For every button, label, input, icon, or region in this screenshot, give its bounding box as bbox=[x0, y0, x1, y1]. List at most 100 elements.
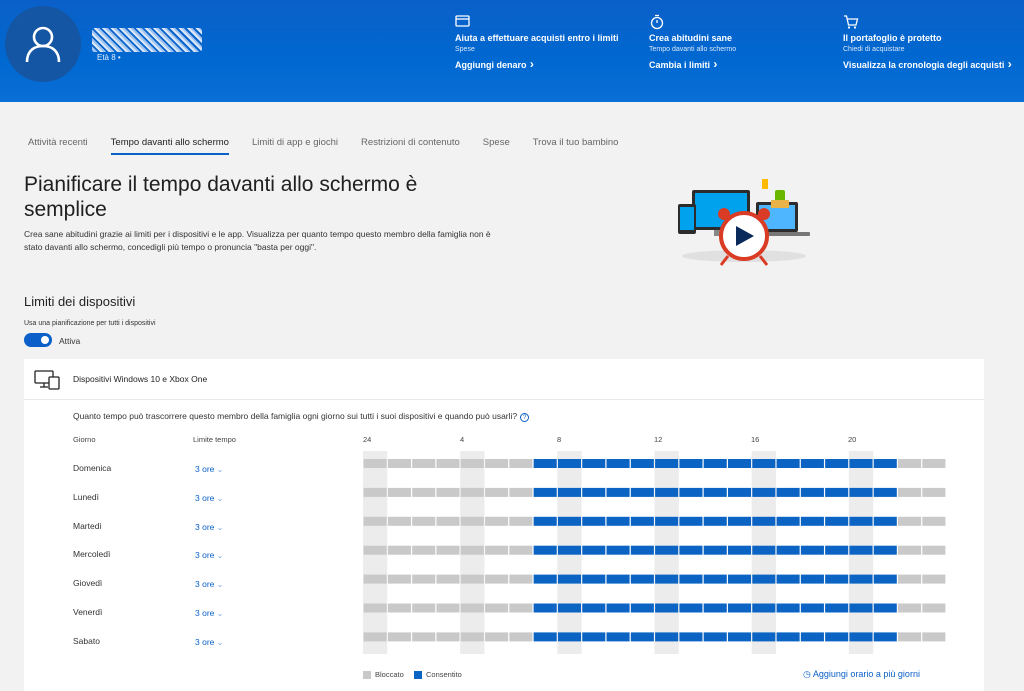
slot-allowed[interactable] bbox=[825, 632, 849, 642]
slot-allowed[interactable] bbox=[752, 516, 776, 526]
slot-allowed[interactable] bbox=[655, 603, 679, 613]
slot-blocked[interactable] bbox=[509, 603, 533, 613]
slot-blocked[interactable] bbox=[460, 487, 484, 497]
slot-blocked[interactable] bbox=[412, 574, 436, 584]
slot-allowed[interactable] bbox=[655, 487, 679, 497]
slot-blocked[interactable] bbox=[485, 487, 509, 497]
slot-blocked[interactable] bbox=[436, 487, 460, 497]
slot-blocked[interactable] bbox=[898, 516, 922, 526]
slot-allowed[interactable] bbox=[557, 545, 582, 555]
slot-blocked[interactable] bbox=[922, 459, 946, 468]
slot-allowed[interactable] bbox=[727, 545, 752, 555]
slot-allowed[interactable] bbox=[849, 459, 873, 468]
slot-blocked[interactable] bbox=[387, 545, 411, 555]
tab-app-game-limits[interactable]: Limiti di app e giochi bbox=[252, 137, 338, 155]
slot-allowed[interactable] bbox=[703, 516, 727, 526]
slot-blocked[interactable] bbox=[387, 516, 411, 526]
limit-dropdown-tuesday[interactable]: 3 ore bbox=[195, 522, 223, 532]
slot-allowed[interactable] bbox=[630, 574, 654, 584]
slot-allowed[interactable] bbox=[582, 516, 606, 526]
slot-allowed[interactable] bbox=[679, 603, 703, 613]
slot-blocked[interactable] bbox=[898, 632, 922, 642]
slot-allowed[interactable] bbox=[606, 574, 630, 584]
slot-allowed[interactable] bbox=[703, 632, 727, 642]
slot-allowed[interactable] bbox=[630, 487, 654, 497]
slot-allowed[interactable] bbox=[752, 545, 776, 555]
slot-allowed[interactable] bbox=[679, 632, 703, 642]
limit-dropdown-thursday[interactable]: 3 ore bbox=[195, 579, 223, 589]
slot-allowed[interactable] bbox=[849, 545, 873, 555]
devices-card-header[interactable]: Dispositivi Windows 10 e Xbox One bbox=[24, 359, 984, 400]
slot-allowed[interactable] bbox=[606, 487, 630, 497]
slot-allowed[interactable] bbox=[533, 516, 557, 526]
slot-allowed[interactable] bbox=[825, 516, 849, 526]
slot-blocked[interactable] bbox=[509, 459, 533, 468]
slot-allowed[interactable] bbox=[630, 545, 654, 555]
slot-allowed[interactable] bbox=[800, 516, 824, 526]
slot-blocked[interactable] bbox=[485, 459, 509, 468]
slot-blocked[interactable] bbox=[509, 516, 533, 526]
slot-allowed[interactable] bbox=[703, 487, 727, 497]
slot-allowed[interactable] bbox=[849, 603, 873, 613]
slot-allowed[interactable] bbox=[825, 545, 849, 555]
schedule-toggle[interactable] bbox=[24, 333, 52, 347]
slot-allowed[interactable] bbox=[557, 603, 582, 613]
slot-blocked[interactable] bbox=[460, 603, 484, 613]
slot-allowed[interactable] bbox=[655, 632, 679, 642]
slot-allowed[interactable] bbox=[873, 603, 897, 613]
avatar[interactable] bbox=[5, 6, 81, 82]
slot-blocked[interactable] bbox=[436, 574, 460, 584]
slot-allowed[interactable] bbox=[557, 459, 582, 468]
slot-allowed[interactable] bbox=[606, 545, 630, 555]
slot-blocked[interactable] bbox=[922, 603, 946, 613]
slot-allowed[interactable] bbox=[606, 603, 630, 613]
info-icon[interactable]: ? bbox=[520, 413, 530, 422]
slot-blocked[interactable] bbox=[412, 459, 436, 468]
add-schedule-multiple-days-link[interactable]: ◷ Aggiungi orario a più giorni bbox=[803, 669, 920, 680]
slot-blocked[interactable] bbox=[436, 516, 460, 526]
slot-blocked[interactable] bbox=[387, 487, 411, 497]
slot-allowed[interactable] bbox=[873, 574, 897, 584]
slot-allowed[interactable] bbox=[606, 632, 630, 642]
slot-allowed[interactable] bbox=[800, 632, 824, 642]
slot-blocked[interactable] bbox=[485, 632, 509, 642]
slot-allowed[interactable] bbox=[582, 574, 606, 584]
slot-blocked[interactable] bbox=[898, 545, 922, 555]
slot-allowed[interactable] bbox=[776, 632, 800, 642]
slot-allowed[interactable] bbox=[655, 459, 679, 468]
slot-blocked[interactable] bbox=[485, 603, 509, 613]
slot-blocked[interactable] bbox=[363, 545, 387, 555]
slot-blocked[interactable] bbox=[460, 516, 484, 526]
slot-blocked[interactable] bbox=[363, 516, 387, 526]
slot-blocked[interactable] bbox=[412, 545, 436, 555]
slot-allowed[interactable] bbox=[606, 459, 630, 468]
slot-blocked[interactable] bbox=[363, 632, 387, 642]
limit-dropdown-monday[interactable]: 3 ore bbox=[195, 493, 223, 503]
slot-blocked[interactable] bbox=[387, 603, 411, 613]
slot-blocked[interactable] bbox=[363, 487, 387, 497]
slot-allowed[interactable] bbox=[776, 545, 800, 555]
slot-allowed[interactable] bbox=[825, 603, 849, 613]
slot-blocked[interactable] bbox=[412, 516, 436, 526]
purchase-history-link[interactable]: Visualizza la cronologia degli acquisti bbox=[843, 57, 1012, 71]
slot-allowed[interactable] bbox=[727, 603, 752, 613]
slot-allowed[interactable] bbox=[679, 516, 703, 526]
tab-find-child[interactable]: Trova il tuo bambino bbox=[533, 137, 619, 155]
slot-allowed[interactable] bbox=[825, 574, 849, 584]
slot-allowed[interactable] bbox=[582, 487, 606, 497]
slot-blocked[interactable] bbox=[412, 603, 436, 613]
add-money-link[interactable]: Aggiungi denaro bbox=[455, 57, 534, 71]
slot-blocked[interactable] bbox=[509, 487, 533, 497]
slot-blocked[interactable] bbox=[460, 632, 484, 642]
slot-allowed[interactable] bbox=[533, 487, 557, 497]
slot-allowed[interactable] bbox=[630, 603, 654, 613]
slot-allowed[interactable] bbox=[873, 545, 897, 555]
slot-allowed[interactable] bbox=[582, 603, 606, 613]
slot-blocked[interactable] bbox=[387, 632, 411, 642]
tab-content-restrictions[interactable]: Restrizioni di contenuto bbox=[361, 137, 460, 155]
slot-blocked[interactable] bbox=[922, 516, 946, 526]
slot-allowed[interactable] bbox=[582, 632, 606, 642]
slot-allowed[interactable] bbox=[557, 574, 582, 584]
slot-blocked[interactable] bbox=[363, 459, 387, 468]
slot-allowed[interactable] bbox=[752, 487, 776, 497]
